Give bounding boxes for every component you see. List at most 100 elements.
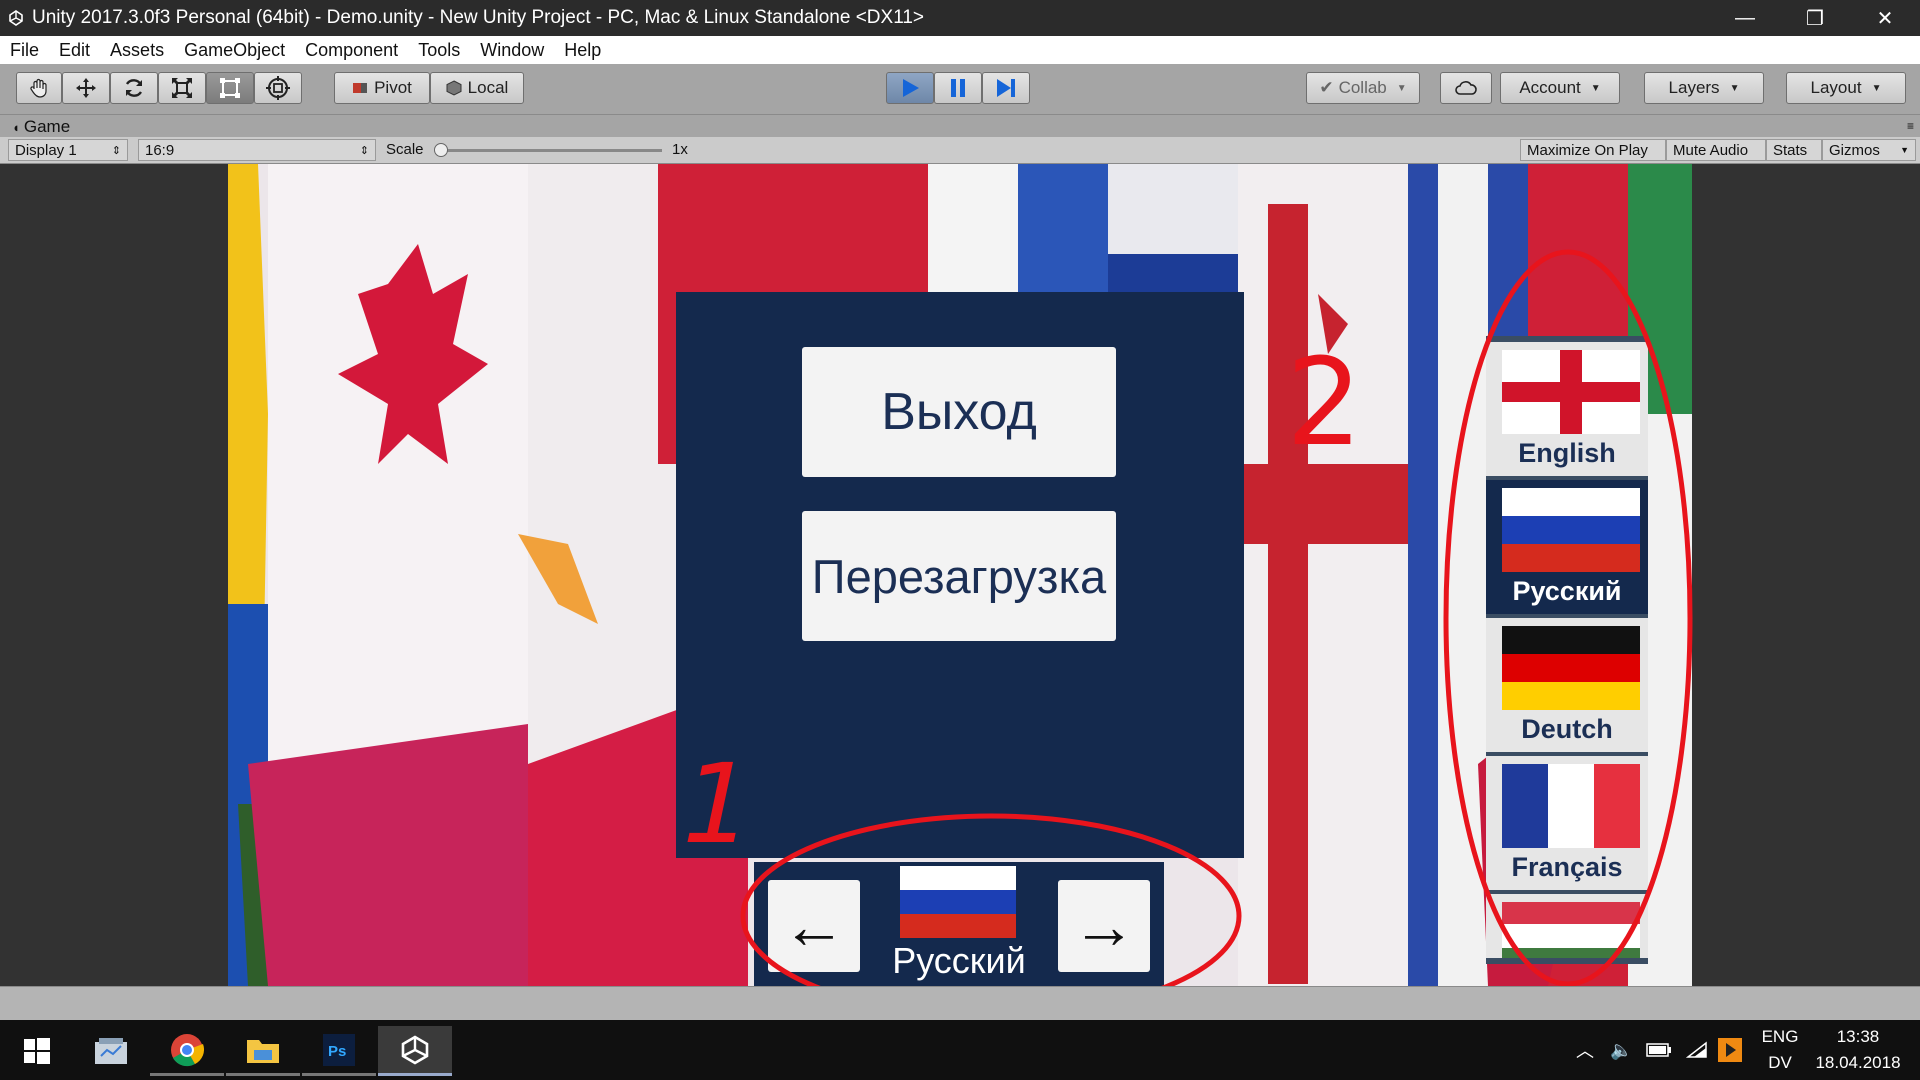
gizmos-label: Gizmos — [1829, 141, 1880, 159]
account-label: Account — [1519, 78, 1581, 97]
start-button[interactable] — [0, 1026, 74, 1076]
pivot-icon — [353, 83, 368, 93]
maximize-on-play-toggle[interactable]: Maximize On Play — [1520, 139, 1666, 161]
dropdown-arrow-icon: ▼ — [1900, 145, 1909, 155]
previous-language-button[interactable]: ← — [768, 880, 860, 972]
game-tab-bar: ◖ Game ≡ — [0, 115, 1920, 137]
menu-component[interactable]: Component — [295, 40, 408, 61]
clock[interactable]: 13:38 18.04.2018 — [1808, 1024, 1908, 1076]
move-icon — [76, 78, 96, 98]
close-button[interactable]: ✕ — [1850, 0, 1920, 36]
maximize-button[interactable]: ❐ — [1780, 0, 1850, 36]
local-toggle-button[interactable]: Local — [430, 72, 524, 104]
rotate-icon — [125, 79, 143, 97]
pivot-label: Pivot — [374, 78, 412, 97]
menu-edit[interactable]: Edit — [49, 40, 100, 61]
chevron-up-icon[interactable]: ︿ — [1576, 1037, 1594, 1063]
cloud-button[interactable] — [1440, 72, 1492, 104]
pivot-toggle-button[interactable]: Pivot — [334, 72, 430, 104]
language-label-german: Deutch — [1521, 714, 1613, 744]
menu-window[interactable]: Window — [470, 40, 554, 61]
collab-dropdown[interactable]: ✔ Collab ▼ — [1306, 72, 1420, 104]
unity-icon — [401, 1034, 429, 1065]
chrome-icon — [171, 1033, 204, 1066]
title-bar: Unity 2017.3.0f3 Personal (64bit) - Demo… — [0, 0, 1920, 36]
game-tab-label: Game — [23, 117, 71, 136]
language-item-french[interactable]: Français — [1486, 756, 1648, 890]
wifi-icon[interactable] — [1686, 1041, 1708, 1059]
maximize-on-play-label: Maximize On Play — [1527, 141, 1648, 159]
transform-tool-button[interactable] — [254, 72, 302, 104]
tab-game[interactable]: ◖ Game — [12, 117, 70, 137]
language-label-french: Français — [1511, 852, 1623, 882]
close-icon: ✕ — [1876, 7, 1894, 30]
input-language-indicator[interactable]: ENG DV — [1760, 1024, 1800, 1076]
scale-slider-track[interactable] — [440, 149, 662, 152]
reload-button[interactable]: Перезагрузка — [802, 511, 1116, 641]
menu-help[interactable]: Help — [554, 40, 611, 61]
svg-text:Ps: Ps — [328, 1043, 346, 1060]
rect-tool-button[interactable] — [206, 72, 254, 104]
account-dropdown[interactable]: Account ▼ — [1500, 72, 1620, 104]
step-button[interactable] — [982, 72, 1030, 104]
left-arrow-icon: ← — [782, 890, 846, 962]
next-language-button[interactable]: → — [1058, 880, 1150, 972]
minimize-icon: — — [1735, 6, 1755, 29]
scale-tool-button[interactable] — [158, 72, 206, 104]
language-item-hungarian[interactable] — [1486, 894, 1648, 958]
taskbar-app-explorer[interactable] — [74, 1026, 148, 1076]
exit-button-label: Выход — [881, 383, 1037, 441]
media-player-icon[interactable] — [1718, 1038, 1743, 1062]
gizmos-dropdown[interactable]: Gizmos ▼ — [1822, 139, 1916, 161]
language-code: ENG — [1761, 1027, 1799, 1046]
menu-file[interactable]: File — [0, 40, 49, 61]
panel-menu-icon[interactable]: ≡ — [1907, 119, 1914, 133]
reload-button-label: Перезагрузка — [811, 549, 1107, 603]
transform-icon — [266, 76, 290, 100]
minimize-button[interactable]: — — [1710, 0, 1780, 36]
taskbar-app-folder[interactable] — [226, 1026, 300, 1076]
language-item-russian[interactable]: Русский — [1486, 480, 1648, 614]
menu-gameobject[interactable]: GameObject — [174, 40, 295, 61]
england-flag-icon — [1502, 350, 1640, 434]
taskbar-app-photoshop[interactable]: Ps — [302, 1026, 376, 1076]
keyboard-layout-code: DV — [1768, 1053, 1792, 1072]
scale-value: 1x — [672, 141, 688, 158]
menu-bar: File Edit Assets GameObject Component To… — [0, 36, 1920, 64]
exit-button[interactable]: Выход — [802, 347, 1116, 477]
taskbar-app-chrome[interactable] — [150, 1026, 224, 1076]
rotate-tool-button[interactable] — [110, 72, 158, 104]
volume-icon[interactable]: 🔈 — [1610, 1040, 1632, 1061]
updown-arrow-icon: ⇕ — [111, 144, 121, 157]
windows-taskbar: Ps ︿ 🔈 ENG DV 13:38 18.04.2018 — [0, 1020, 1920, 1080]
step-icon — [997, 79, 1015, 97]
language-item-german[interactable]: Deutch — [1486, 618, 1648, 752]
dropdown-arrow-icon: ▼ — [1590, 82, 1601, 94]
russia-flag-icon — [900, 866, 1016, 938]
layout-dropdown[interactable]: Layout ▼ — [1786, 72, 1906, 104]
layers-dropdown[interactable]: Layers ▼ — [1644, 72, 1764, 104]
menu-assets[interactable]: Assets — [100, 40, 174, 61]
pause-menu-panel: Выход Перезагрузка — [676, 292, 1244, 858]
aspect-select[interactable]: 16:9 ⇕ — [138, 139, 376, 161]
language-item-english[interactable]: English — [1486, 342, 1648, 476]
mute-audio-toggle[interactable]: Mute Audio — [1666, 139, 1766, 161]
scale-slider-thumb[interactable] — [434, 143, 448, 157]
language-selector: ← Русский → — [754, 862, 1164, 986]
scale-label: Scale — [386, 141, 424, 158]
hand-tool-button[interactable] — [16, 72, 62, 104]
language-list[interactable]: English Русский Deutch Français — [1486, 336, 1648, 964]
display-select[interactable]: Display 1 ⇕ — [8, 139, 128, 161]
play-button[interactable] — [886, 72, 934, 104]
unity-logo-icon — [9, 10, 23, 26]
dropdown-arrow-icon: ▼ — [1396, 82, 1407, 94]
layout-label: Layout — [1810, 78, 1862, 97]
taskbar-app-unity[interactable] — [378, 1026, 452, 1076]
restore-icon: ❐ — [1806, 7, 1824, 30]
file-explorer-icon — [95, 1038, 127, 1064]
battery-icon[interactable] — [1646, 1042, 1672, 1058]
menu-tools[interactable]: Tools — [408, 40, 470, 61]
move-tool-button[interactable] — [62, 72, 110, 104]
stats-toggle[interactable]: Stats — [1766, 139, 1822, 161]
pause-button[interactable] — [934, 72, 982, 104]
